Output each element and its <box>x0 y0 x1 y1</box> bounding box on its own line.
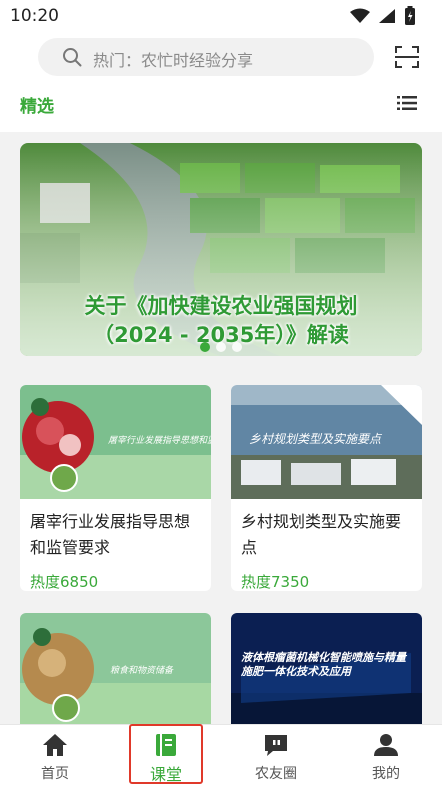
nav-me[interactable]: 我的 <box>346 725 426 786</box>
home-icon <box>43 734 67 756</box>
list-menu-icon[interactable] <box>397 95 417 111</box>
nav-home-label: 首页 <box>41 766 69 782</box>
nav-friends-label: 农友圈 <box>255 766 297 782</box>
carousel-dot <box>200 342 210 352</box>
status-icons <box>350 6 416 26</box>
bottom-tab-bar: 首页 课堂 农友圈 我的 <box>0 724 442 786</box>
course-card[interactable]: 屠宰行业发展指导思想和监管要求 屠宰行业发展指导思想和监管要求 热度6850 <box>20 385 211 591</box>
chat-icon <box>265 735 287 756</box>
course-title: 乡村规划类型及实施要点 <box>241 512 402 557</box>
course-thumbnail: 乡村规划类型及实施要点 <box>231 385 422 499</box>
course-title: 屠宰行业发展指导思想和监管要求 <box>30 512 191 557</box>
thumb-caption: 液体根瘤菌机械化智能喷施与精量施肥一体化技术及应用 <box>241 651 406 678</box>
course-thumbnail: 屠宰行业发展指导思想和监管要求 <box>20 385 211 499</box>
nav-home[interactable]: 首页 <box>15 725 95 786</box>
course-card[interactable]: 乡村规划类型及实施要点 乡村规划类型及实施要点 热度7350 <box>231 385 422 591</box>
nav-me-label: 我的 <box>372 766 400 782</box>
carousel-dot <box>232 342 242 352</box>
course-heat: 热度6850 <box>30 573 99 591</box>
thumb-caption: 屠宰行业发展指导思想和监管要求 <box>108 435 211 446</box>
course-heat: 热度7350 <box>241 573 310 591</box>
thumb-caption: 乡村规划类型及实施要点 <box>249 432 383 446</box>
person-icon <box>374 734 398 756</box>
tab-featured[interactable]: 精选 <box>20 92 54 117</box>
status-time: 10:20 <box>10 6 59 26</box>
carousel-dot <box>216 342 226 352</box>
active-tab-highlight-box <box>129 724 203 784</box>
carousel-indicator <box>200 342 242 352</box>
course-feed[interactable]: 关于《加快建设农业强国规划 （2024 - 2035年）》解读 屠宰行业发展指导… <box>0 132 442 724</box>
search-placeholder: 热门：农忙时经验分享 <box>93 51 254 70</box>
search-input[interactable]: 热门：农忙时经验分享 <box>38 38 374 76</box>
banner-title-line1: 关于《加快建设农业强国规划 <box>84 294 358 318</box>
thumb-caption: 粮食和物资储备 <box>110 665 174 676</box>
course-thumbnail: 粮食和物资储备 <box>20 613 211 724</box>
banner-carousel[interactable]: 关于《加快建设农业强国规划 （2024 - 2035年）》解读 <box>20 143 422 356</box>
signal-icon <box>379 9 395 23</box>
course-card[interactable]: 粮食和物资储备 <box>20 613 211 724</box>
search-icon <box>63 48 82 67</box>
nav-friends[interactable]: 农友圈 <box>236 725 316 786</box>
battery-icon <box>405 6 415 25</box>
scan-icon[interactable] <box>394 45 420 69</box>
wifi-icon <box>350 8 370 23</box>
category-tab-row: 精选 <box>0 82 442 132</box>
search-bar-row: 热门：农忙时经验分享 <box>0 32 442 82</box>
course-card[interactable]: 液体根瘤菌机械化智能喷施与精量施肥一体化技术及应用 <box>231 613 422 724</box>
status-bar: 10:20 <box>0 0 442 32</box>
course-thumbnail: 液体根瘤菌机械化智能喷施与精量施肥一体化技术及应用 <box>231 613 422 724</box>
